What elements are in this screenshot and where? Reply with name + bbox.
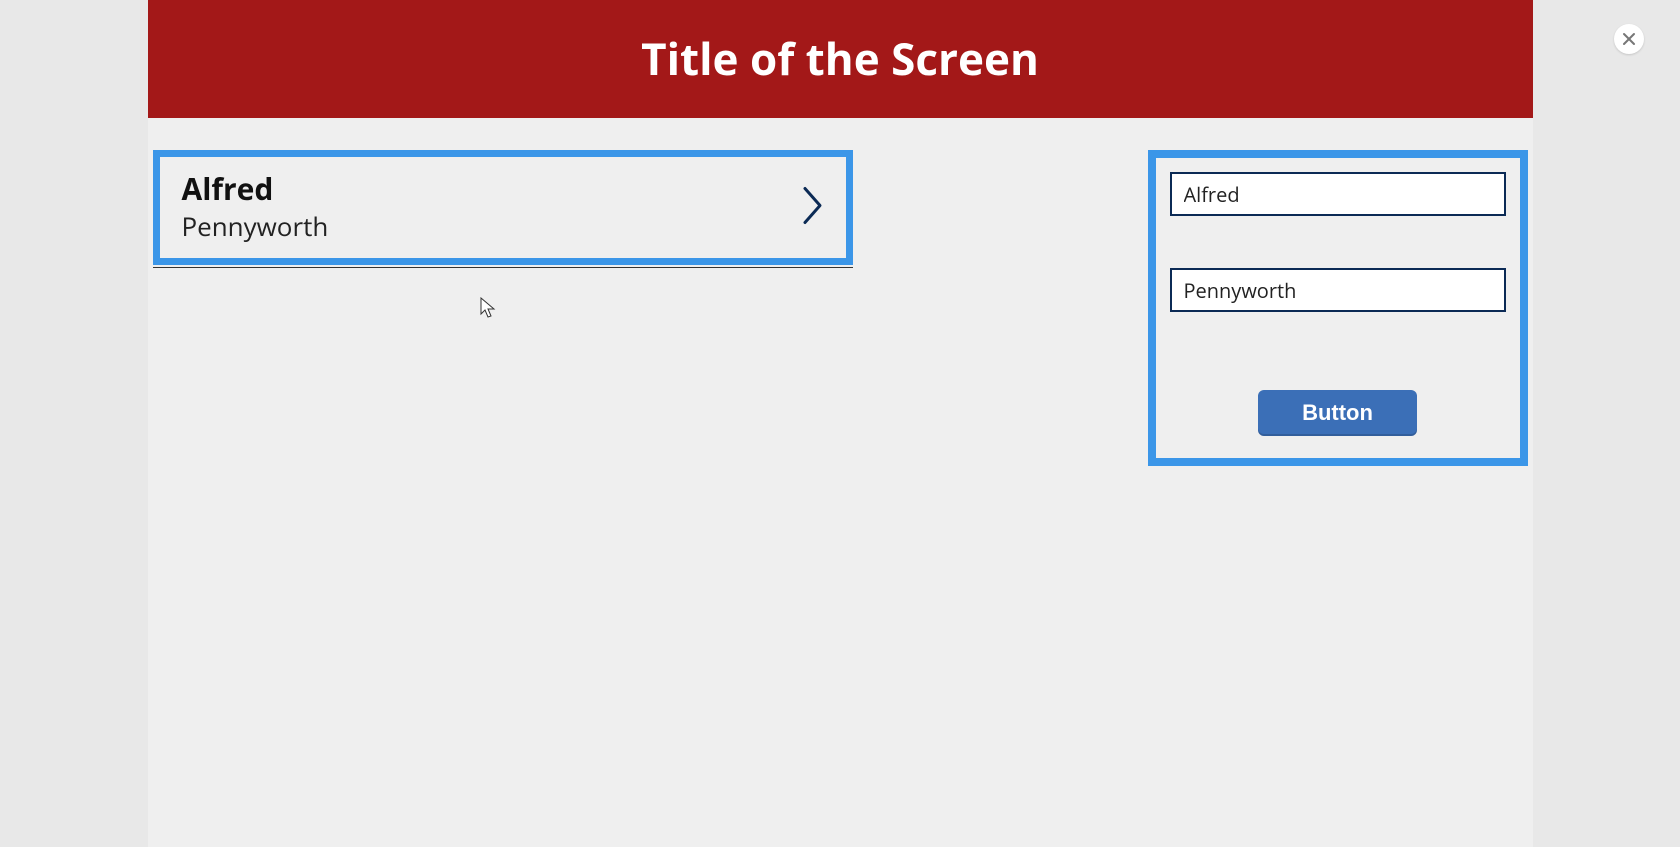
- close-icon: [1622, 32, 1636, 46]
- person-first-name: Alfred: [182, 171, 824, 207]
- screen-container: Title of the Screen Alfred Pennyworth Bu…: [148, 0, 1533, 847]
- chevron-right-icon: [802, 185, 824, 230]
- person-last-name: Pennyworth: [182, 209, 824, 244]
- form-button-row: Button: [1170, 390, 1506, 436]
- person-list-item[interactable]: Alfred Pennyworth: [153, 150, 853, 265]
- screen-title-bar: Title of the Screen: [148, 0, 1533, 118]
- submit-button[interactable]: Button: [1258, 390, 1417, 436]
- list-item-divider: [153, 267, 853, 268]
- edit-form-panel: Button: [1148, 150, 1528, 466]
- close-button[interactable]: [1614, 24, 1644, 54]
- screen-title: Title of the Screen: [641, 28, 1039, 88]
- first-name-input[interactable]: [1170, 172, 1506, 216]
- content-area: Alfred Pennyworth Button: [148, 118, 1533, 268]
- last-name-input[interactable]: [1170, 268, 1506, 312]
